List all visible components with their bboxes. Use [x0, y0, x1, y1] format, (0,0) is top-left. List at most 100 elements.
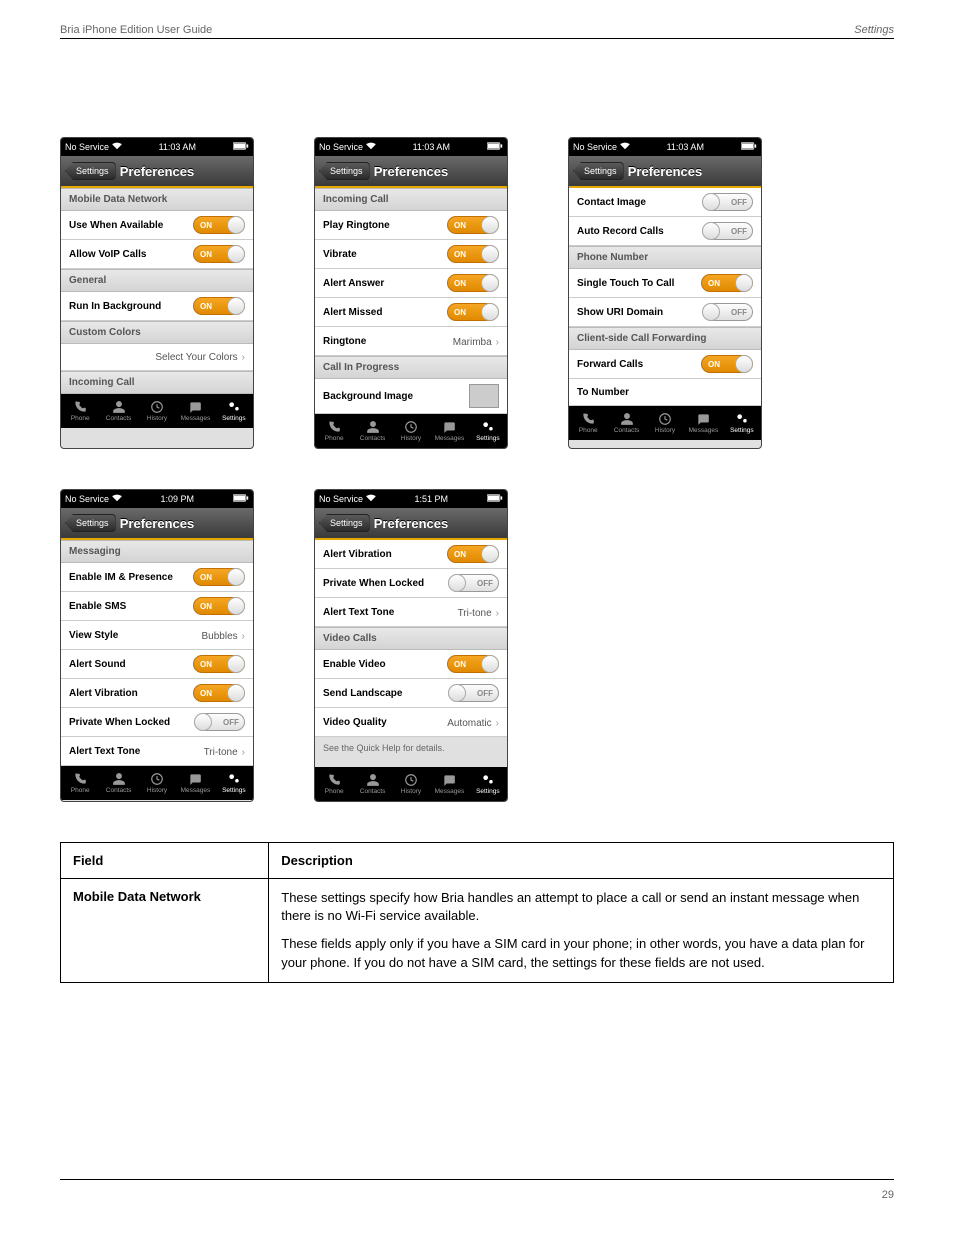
- tab-settings[interactable]: Settings: [723, 406, 761, 440]
- setting-label: View Style: [69, 630, 118, 641]
- toggle-knob: [227, 597, 245, 615]
- table-cell-desc: These settings specify how Bria handles …: [269, 879, 894, 983]
- tab-label: Settings: [730, 427, 754, 434]
- setting-row[interactable]: Enable IM & Presence ON: [61, 563, 253, 592]
- tab-history[interactable]: History: [646, 406, 684, 440]
- tab-phone[interactable]: Phone: [61, 766, 99, 800]
- toggle-switch[interactable]: OFF: [194, 713, 245, 731]
- setting-row[interactable]: Forward Calls ON: [569, 350, 761, 379]
- toggle-switch[interactable]: ON: [193, 684, 245, 702]
- setting-row[interactable]: Select Your Colors›: [61, 344, 253, 371]
- toggle-switch[interactable]: ON: [447, 655, 499, 673]
- tab-contacts[interactable]: Contacts: [99, 394, 137, 428]
- toggle-switch[interactable]: ON: [701, 274, 753, 292]
- setting-row[interactable]: Single Touch To Call ON: [569, 269, 761, 298]
- setting-row[interactable]: Play Ringtone ON: [315, 211, 507, 240]
- tab-messages[interactable]: Messages: [430, 767, 468, 801]
- tab-phone[interactable]: Phone: [61, 394, 99, 428]
- tab-history[interactable]: History: [392, 767, 430, 801]
- setting-row[interactable]: Send Landscape OFF: [315, 679, 507, 708]
- setting-row[interactable]: Contact Image OFF: [569, 188, 761, 217]
- settings-icon: [227, 772, 241, 786]
- back-button[interactable]: Settings: [65, 514, 116, 532]
- tab-contacts[interactable]: Contacts: [353, 414, 391, 448]
- toggle-switch[interactable]: ON: [193, 655, 245, 673]
- section-header: Phone Number: [569, 246, 761, 269]
- setting-row[interactable]: Enable Video ON: [315, 650, 507, 679]
- toggle-switch[interactable]: ON: [193, 297, 245, 315]
- toggle-switch[interactable]: OFF: [448, 574, 499, 592]
- tab-settings[interactable]: Settings: [469, 767, 507, 801]
- status-bar: No Service 11:03 AM: [61, 138, 253, 156]
- back-button[interactable]: Settings: [319, 162, 370, 180]
- setting-row[interactable]: Auto Record Calls OFF: [569, 217, 761, 246]
- tab-settings[interactable]: Settings: [215, 394, 253, 428]
- toggle-switch[interactable]: OFF: [448, 684, 499, 702]
- setting-row[interactable]: Vibrate ON: [315, 240, 507, 269]
- setting-row[interactable]: Alert Vibration ON: [61, 679, 253, 708]
- tab-messages[interactable]: Messages: [176, 394, 214, 428]
- toggle-switch[interactable]: ON: [193, 597, 245, 615]
- toggle-switch[interactable]: ON: [193, 568, 245, 586]
- tab-messages[interactable]: Messages: [176, 766, 214, 800]
- table-head-desc: Description: [269, 843, 894, 879]
- tab-messages[interactable]: Messages: [430, 414, 468, 448]
- toggle-switch[interactable]: ON: [447, 245, 499, 263]
- page-footer: 29: [60, 1183, 894, 1201]
- toggle-switch[interactable]: ON: [447, 545, 499, 563]
- tab-history[interactable]: History: [138, 394, 176, 428]
- setting-row[interactable]: Alert Answer ON: [315, 269, 507, 298]
- toggle-switch[interactable]: ON: [701, 355, 753, 373]
- setting-row[interactable]: Alert Text Tone Tri-tone›: [61, 737, 253, 766]
- setting-row[interactable]: View Style Bubbles›: [61, 621, 253, 650]
- setting-row[interactable]: Use When Available ON: [61, 211, 253, 240]
- setting-row[interactable]: Private When Locked OFF: [315, 569, 507, 598]
- toggle-switch[interactable]: ON: [193, 216, 245, 234]
- setting-row[interactable]: To Number: [569, 379, 761, 406]
- tab-history[interactable]: History: [392, 414, 430, 448]
- toggle-knob: [227, 297, 245, 315]
- tab-contacts[interactable]: Contacts: [353, 767, 391, 801]
- tab-label: Phone: [71, 415, 90, 422]
- setting-row[interactable]: Background Image: [315, 379, 507, 414]
- setting-row[interactable]: Video Quality Automatic›: [315, 708, 507, 737]
- tab-bar: Phone Contacts History Messages Settings: [569, 406, 761, 440]
- setting-row[interactable]: Run In Background ON: [61, 292, 253, 321]
- header-left: Bria iPhone Edition User Guide: [60, 24, 212, 36]
- tab-phone[interactable]: Phone: [315, 767, 353, 801]
- setting-row[interactable]: Alert Vibration ON: [315, 540, 507, 569]
- back-button[interactable]: Settings: [65, 162, 116, 180]
- nav-title: Preferences: [120, 164, 194, 179]
- tab-contacts[interactable]: Contacts: [99, 766, 137, 800]
- setting-label: Alert Answer: [323, 278, 384, 289]
- toggle-switch[interactable]: ON: [193, 245, 245, 263]
- toggle-switch[interactable]: OFF: [702, 222, 753, 240]
- toggle-switch[interactable]: ON: [447, 274, 499, 292]
- setting-row[interactable]: Private When Locked OFF: [61, 708, 253, 737]
- status-time: 11:03 AM: [159, 142, 196, 152]
- toggle-switch[interactable]: OFF: [702, 193, 753, 211]
- toggle-switch[interactable]: ON: [447, 216, 499, 234]
- nav-bar: Settings Preferences: [61, 508, 253, 540]
- toggle-label: OFF: [731, 227, 747, 236]
- tab-messages[interactable]: Messages: [684, 406, 722, 440]
- setting-row[interactable]: Ringtone Marimba›: [315, 327, 507, 356]
- back-button[interactable]: Settings: [573, 162, 624, 180]
- tab-settings[interactable]: Settings: [469, 414, 507, 448]
- tab-settings[interactable]: Settings: [215, 766, 253, 800]
- tab-phone[interactable]: Phone: [569, 406, 607, 440]
- setting-row[interactable]: Enable SMS ON: [61, 592, 253, 621]
- toggle-switch[interactable]: ON: [447, 303, 499, 321]
- back-button[interactable]: Settings: [319, 514, 370, 532]
- setting-row[interactable]: Allow VoIP Calls ON: [61, 240, 253, 269]
- setting-row[interactable]: Show URI Domain OFF: [569, 298, 761, 327]
- setting-row[interactable]: Alert Text Tone Tri-tone›: [315, 598, 507, 627]
- setting-label: Single Touch To Call: [577, 278, 674, 289]
- tab-label: Messages: [181, 415, 211, 422]
- setting-row[interactable]: Alert Missed ON: [315, 298, 507, 327]
- tab-phone[interactable]: Phone: [315, 414, 353, 448]
- tab-contacts[interactable]: Contacts: [607, 406, 645, 440]
- toggle-switch[interactable]: OFF: [702, 303, 753, 321]
- setting-row[interactable]: Alert Sound ON: [61, 650, 253, 679]
- tab-history[interactable]: History: [138, 766, 176, 800]
